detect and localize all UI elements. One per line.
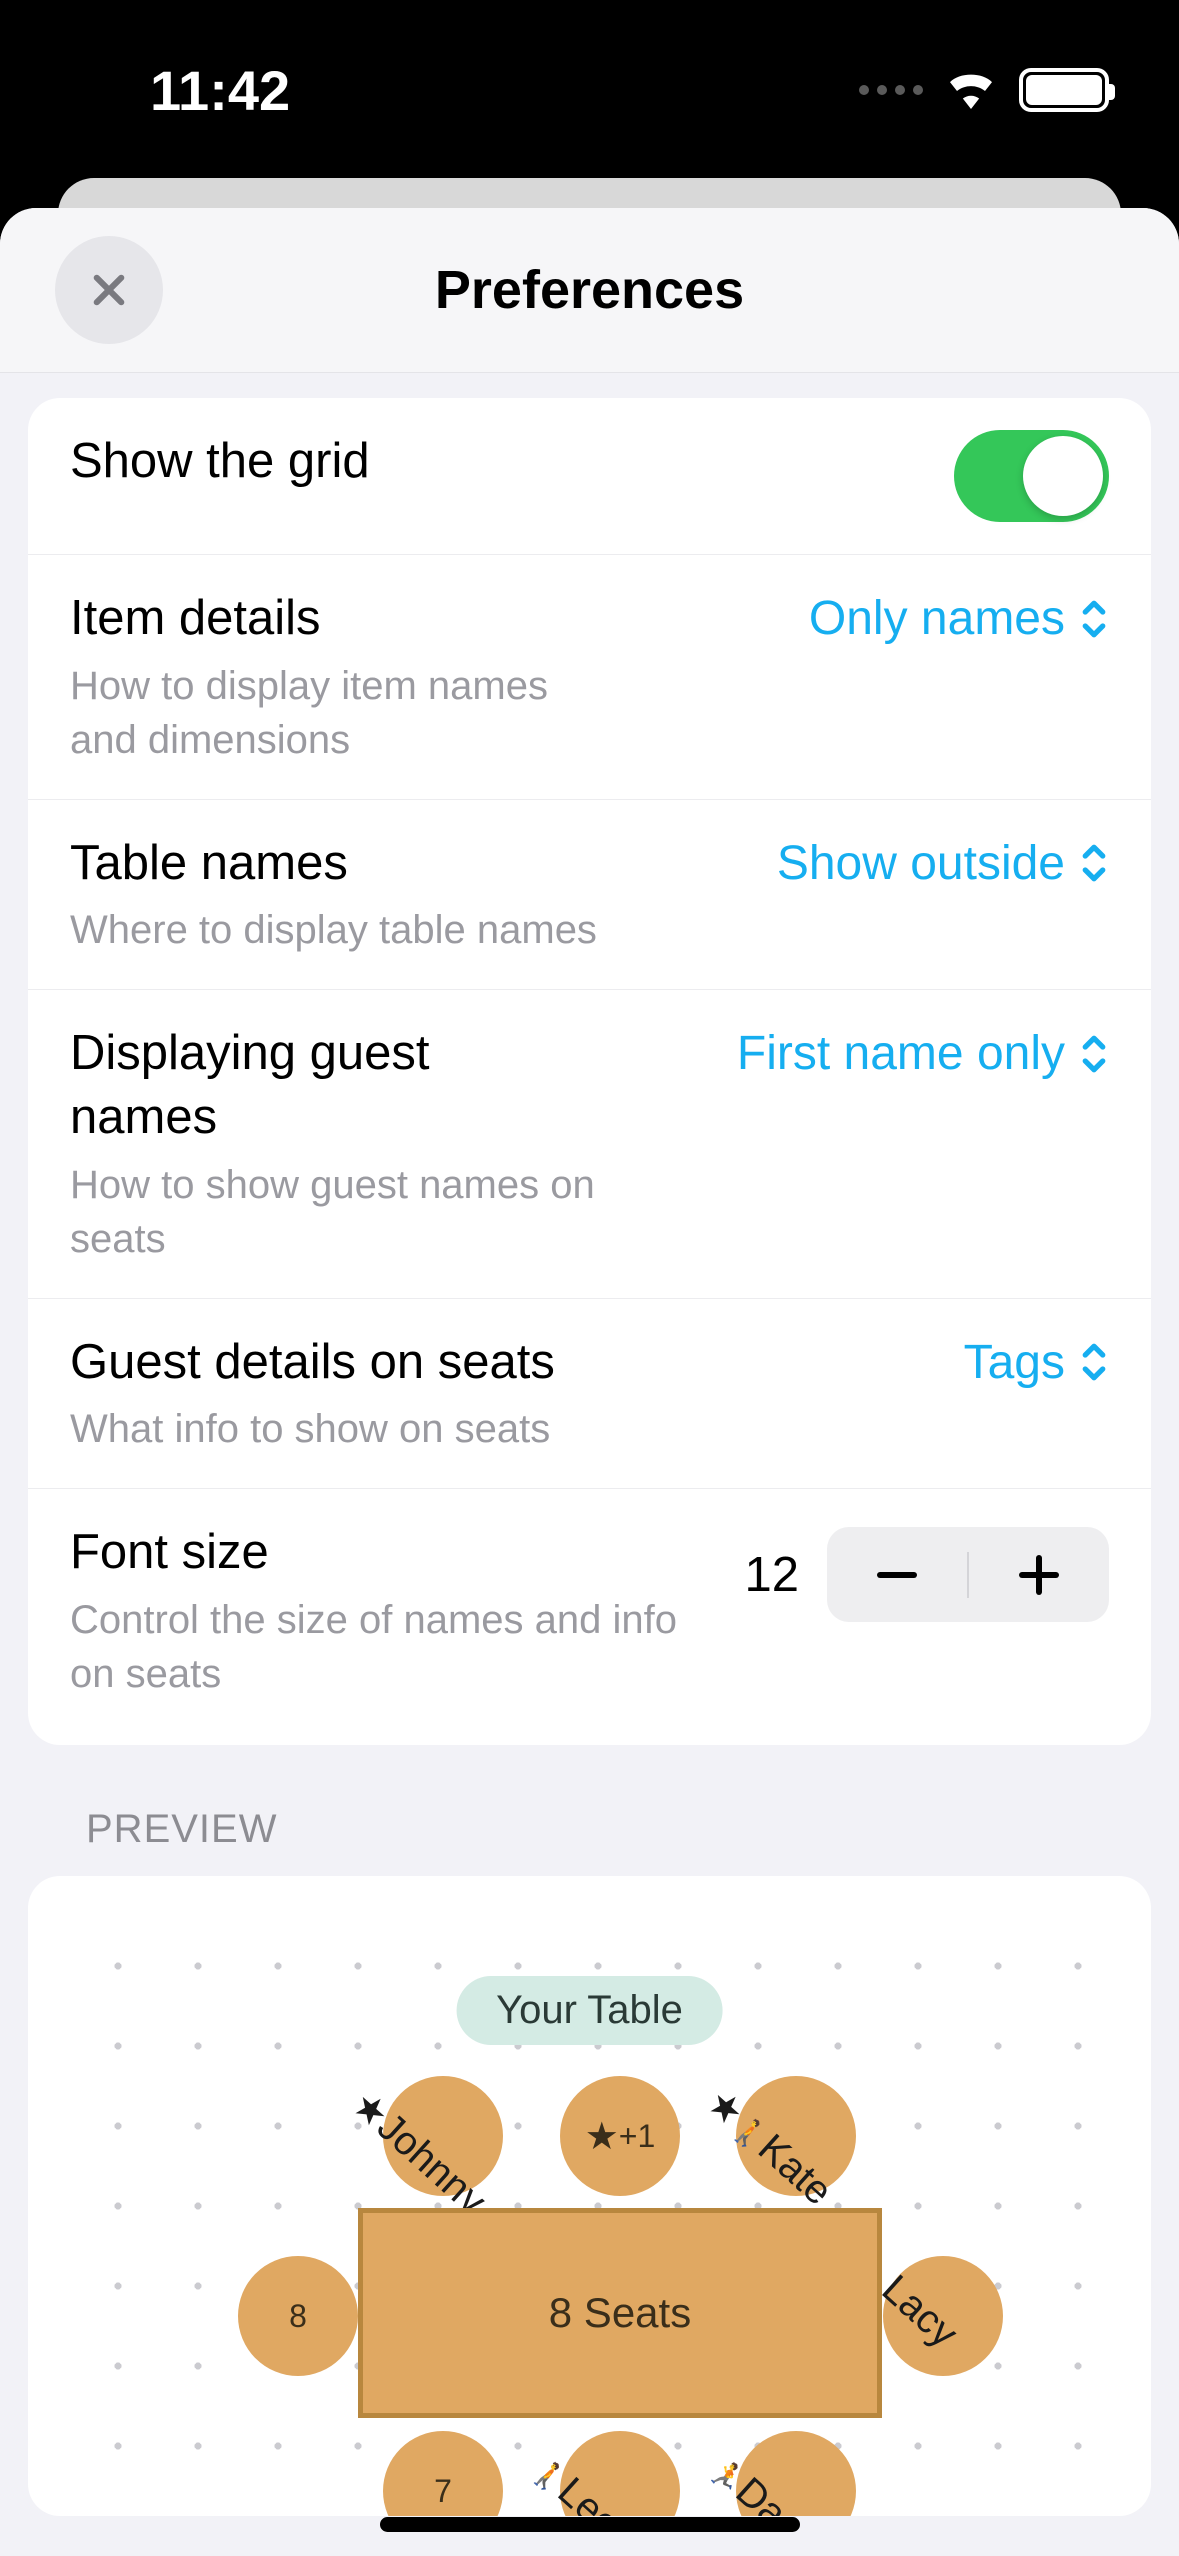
row-font-size: Font size Control the size of names and … (28, 1489, 1151, 1745)
status-bar: 11:42 (0, 0, 1179, 180)
row-title: Show the grid (70, 430, 914, 494)
row-sub: How to display item names and dimensions (70, 659, 620, 767)
close-icon (88, 269, 130, 311)
select-value: Tags (964, 1335, 1065, 1390)
table-names-select[interactable]: Show outside (777, 832, 1109, 891)
chevron-updown-icon (1079, 1033, 1109, 1075)
row-sub: Where to display table names (70, 903, 620, 957)
row-title: Table names (70, 832, 737, 896)
home-indicator[interactable] (380, 2517, 800, 2532)
row-title: Item details (70, 587, 769, 651)
row-table-names: Table names Where to display table names… (28, 800, 1151, 991)
preview-section-label: PREVIEW (28, 1745, 1151, 1876)
row-item-details: Item details How to display item names a… (28, 555, 1151, 800)
row-guest-names: Displaying guest names How to show guest… (28, 990, 1151, 1298)
cellular-icon (859, 85, 923, 95)
font-size-stepper (827, 1527, 1109, 1622)
plus-icon (1019, 1555, 1059, 1595)
preview-table: 8 Seats (358, 2208, 882, 2418)
select-value: First name only (737, 1026, 1065, 1081)
minus-icon (877, 1572, 917, 1578)
preview-table-name: Your Table (456, 1976, 723, 2045)
preferences-sheet: Preferences Show the grid Item details H… (0, 208, 1179, 2556)
chevron-updown-icon (1079, 842, 1109, 884)
show-grid-toggle[interactable] (954, 430, 1109, 522)
select-value: Show outside (777, 836, 1065, 891)
star-icon: ★ (585, 2114, 619, 2159)
settings-card: Show the grid Item details How to displa… (28, 398, 1151, 1745)
seat-label-plus-one: +1 (619, 2118, 655, 2155)
row-guest-details: Guest details on seats What info to show… (28, 1299, 1151, 1490)
font-size-increase[interactable] (969, 1527, 1109, 1622)
row-show-grid: Show the grid (28, 398, 1151, 555)
chevron-updown-icon (1079, 598, 1109, 640)
row-sub: How to show guest names on seats (70, 1158, 620, 1266)
font-size-decrease[interactable] (827, 1527, 967, 1622)
page-title: Preferences (435, 259, 744, 321)
row-title: Font size (70, 1521, 704, 1585)
sheet-header: Preferences (0, 208, 1179, 373)
row-title: Guest details on seats (70, 1331, 924, 1395)
preview-card: Your Table ★Johnny ★+1 ★🚶Kate 8 Lacy 8 S… (28, 1876, 1151, 2516)
seat-plus-one: ★+1 (560, 2076, 680, 2196)
font-size-value: 12 (744, 1547, 799, 1603)
close-button[interactable] (55, 236, 163, 344)
item-details-select[interactable]: Only names (809, 587, 1109, 646)
battery-icon (1019, 68, 1109, 112)
status-icons (859, 67, 1109, 114)
row-title: Displaying guest names (70, 1022, 430, 1149)
chevron-updown-icon (1079, 1341, 1109, 1383)
guest-names-select[interactable]: First name only (737, 1022, 1109, 1081)
select-value: Only names (809, 591, 1065, 646)
wifi-icon (943, 67, 999, 114)
guest-details-select[interactable]: Tags (964, 1331, 1109, 1390)
status-time: 11:42 (150, 58, 290, 123)
row-sub: What info to show on seats (70, 1402, 620, 1456)
seat-8: 8 (238, 2256, 358, 2376)
row-sub: Control the size of names and info on se… (70, 1593, 704, 1701)
